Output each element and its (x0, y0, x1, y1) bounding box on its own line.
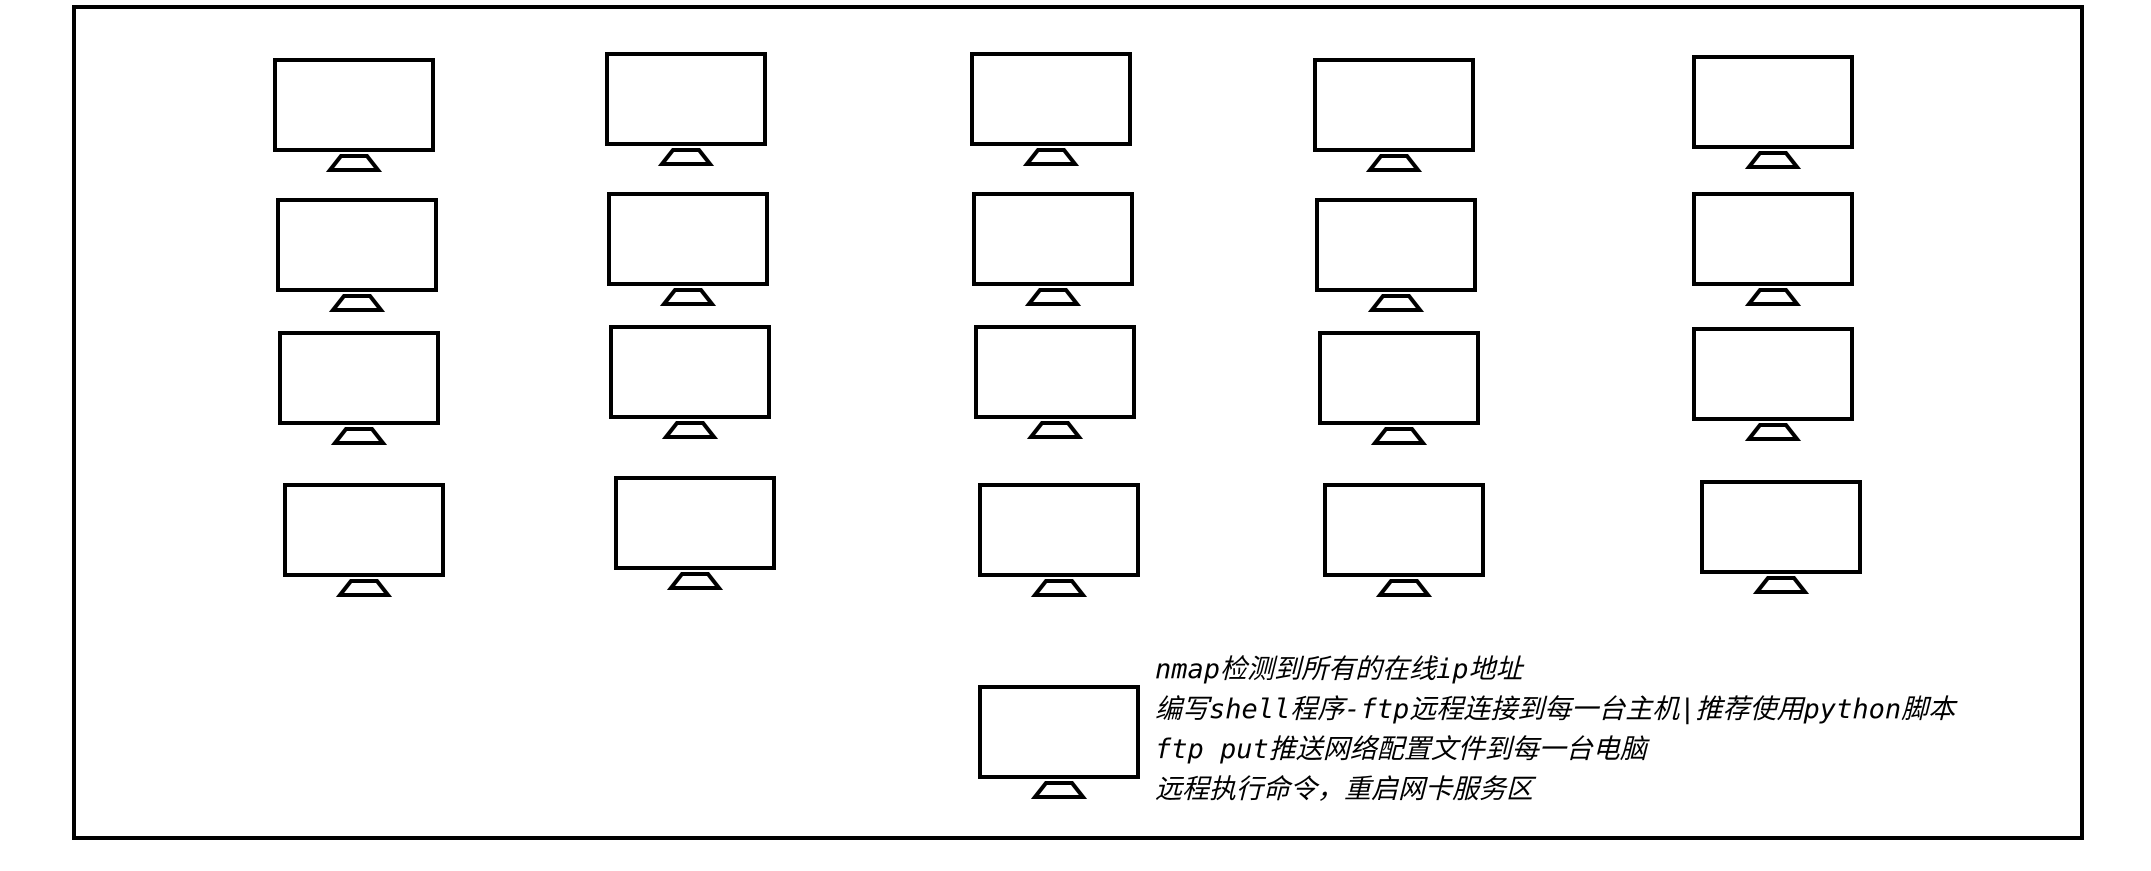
monitor-icon (614, 476, 776, 590)
computer-grid (273, 52, 1862, 597)
monitor-screen (1700, 480, 1862, 574)
monitor-icon (276, 198, 438, 312)
monitor-icon (1313, 58, 1475, 172)
monitor-stand (328, 294, 386, 312)
monitor-stand (1022, 148, 1080, 166)
monitor-screen (1692, 192, 1854, 286)
monitor-stand (657, 148, 715, 166)
monitor-screen (1323, 483, 1485, 577)
monitor-screen (1692, 55, 1854, 149)
monitor-icon (1692, 192, 1854, 306)
monitor-icon (607, 192, 769, 306)
note-remote-restart: 远程执行命令，重启网卡服务区 (1155, 774, 1533, 805)
monitor-stand (1024, 288, 1082, 306)
monitor-stand (330, 427, 388, 445)
monitor-stand (335, 579, 393, 597)
monitor-screen (607, 192, 769, 286)
monitor-screen (283, 483, 445, 577)
monitor-icon (1323, 483, 1485, 597)
controller-computer (978, 685, 1140, 799)
monitor-stand (1365, 154, 1423, 172)
monitor-icon (609, 325, 771, 439)
step-notes: nmap检测到所有的在线ip地址 编写shell程序-ftp远程连接到每一台主机… (1155, 650, 1955, 810)
monitor-screen (978, 483, 1140, 577)
monitor-stand (666, 572, 724, 590)
monitor-screen (273, 58, 435, 152)
monitor-stand (1030, 579, 1088, 597)
monitor-stand (1752, 576, 1810, 594)
monitor-icon (1692, 327, 1854, 441)
note-shell-ftp-connect: 编写shell程序-ftp远程连接到每一台主机|推荐使用python脚本 (1155, 694, 1956, 725)
monitor-stand (1375, 579, 1433, 597)
monitor-screen (978, 685, 1140, 779)
monitor-icon (972, 192, 1134, 306)
monitor-icon (1692, 55, 1854, 169)
monitor-screen (1692, 327, 1854, 421)
monitor-screen (276, 198, 438, 292)
monitor-stand (325, 154, 383, 172)
monitor-screen (605, 52, 767, 146)
note-nmap-scan: nmap检测到所有的在线ip地址 (1155, 654, 1523, 685)
monitor-icon (974, 325, 1136, 439)
monitor-icon (273, 58, 435, 172)
monitor-stand (661, 421, 719, 439)
note-ftp-put-config: ftp put推送网络配置文件到每一台电脑 (1155, 734, 1647, 765)
monitor-icon (605, 52, 767, 166)
monitor-stand (659, 288, 717, 306)
monitor-stand (1744, 288, 1802, 306)
monitor-screen (1315, 198, 1477, 292)
monitor-screen (609, 325, 771, 419)
monitor-screen (970, 52, 1132, 146)
monitor-screen (614, 476, 776, 570)
monitor-screen (972, 192, 1134, 286)
monitor-icon (1318, 331, 1480, 445)
monitor-stand (1026, 421, 1084, 439)
monitor-icon (978, 483, 1140, 597)
monitor-stand (1367, 294, 1425, 312)
monitor-stand (1030, 781, 1088, 799)
monitor-screen (974, 325, 1136, 419)
monitor-icon (970, 52, 1132, 166)
monitor-icon (1315, 198, 1477, 312)
monitor-screen (1318, 331, 1480, 425)
monitor-screen (278, 331, 440, 425)
monitor-stand (1744, 423, 1802, 441)
monitor-icon (1700, 480, 1862, 594)
monitor-icon (978, 685, 1140, 799)
monitor-stand (1370, 427, 1428, 445)
monitor-stand (1744, 151, 1802, 169)
monitor-icon (278, 331, 440, 445)
monitor-icon (283, 483, 445, 597)
monitor-screen (1313, 58, 1475, 152)
